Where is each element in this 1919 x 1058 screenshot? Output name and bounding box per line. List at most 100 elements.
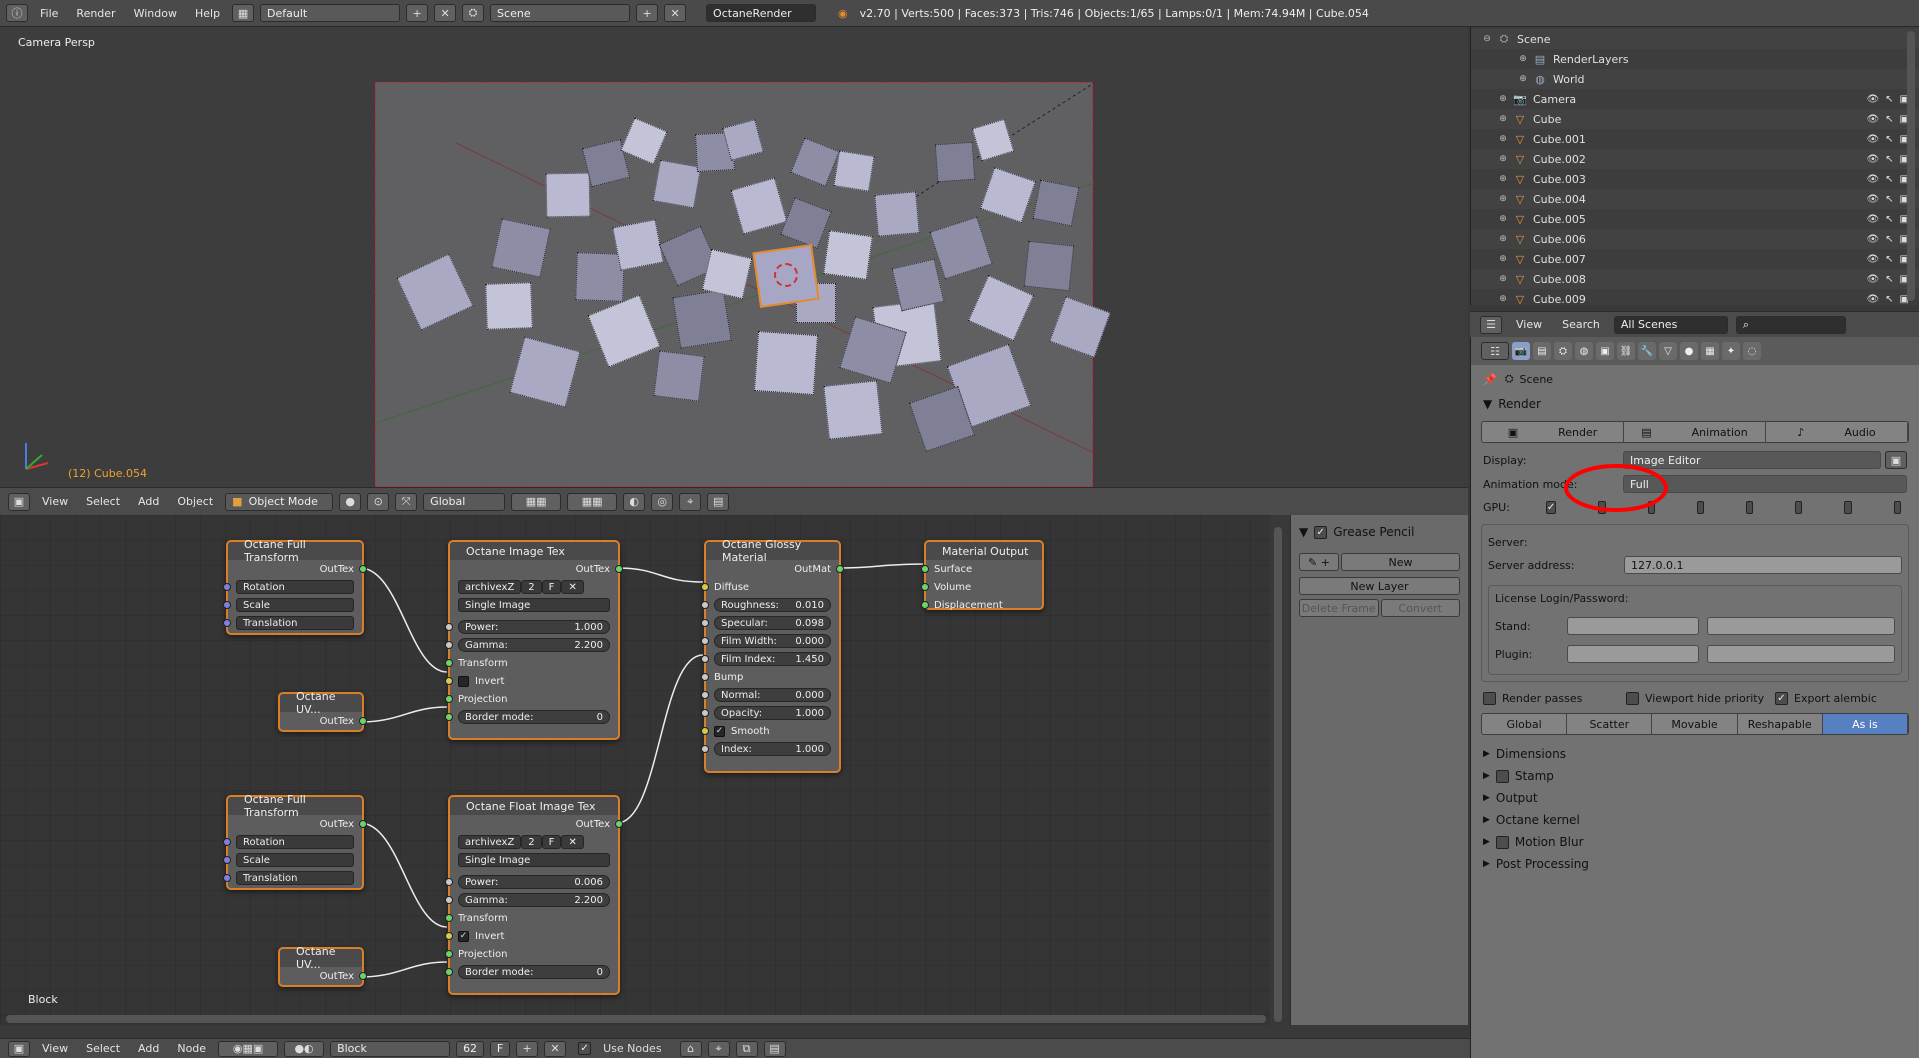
- editor-type-icon[interactable]: ▣: [8, 1040, 30, 1057]
- display-mode-select[interactable]: All Scenes: [1613, 315, 1728, 334]
- render-engine-select[interactable]: OctaneRender: [706, 4, 817, 22]
- outliner-row[interactable]: ⊕ ▤ RenderLayers: [1471, 49, 1919, 69]
- cube-mesh[interactable]: [653, 350, 705, 402]
- ne-menu-add[interactable]: Add: [132, 1042, 165, 1055]
- input-socket[interactable]: [701, 691, 709, 699]
- output-socket[interactable]: [359, 565, 367, 573]
- input-socket[interactable]: [223, 838, 231, 846]
- input-socket[interactable]: [445, 932, 453, 940]
- plugin-login-input[interactable]: [1567, 645, 1699, 663]
- expand-icon[interactable]: ⊕: [1517, 53, 1529, 65]
- source-select[interactable]: Single Image: [458, 598, 610, 612]
- use-nodes-checkbox[interactable]: ✓: [578, 1042, 592, 1055]
- editor-type-icon[interactable]: ☰: [1480, 315, 1502, 334]
- outliner[interactable]: ⊖ ⛭ Scene ⊕ ▤ RenderLayers ⊕ ◍ World ⊕ 📷 Camera 👁 ↖ ▣ ⊕…: [1470, 27, 1919, 306]
- object-mode-select[interactable]: ■ Object Mode: [225, 492, 334, 511]
- scene-tab-icon[interactable]: ⛭: [1554, 342, 1572, 360]
- vp-menu-object[interactable]: Object: [171, 495, 219, 508]
- input-socket[interactable]: [223, 601, 231, 609]
- cursor-icon[interactable]: ↖: [1885, 154, 1893, 165]
- cube-mesh[interactable]: [753, 330, 819, 396]
- grease-pencil-checkbox[interactable]: ✓: [1314, 525, 1328, 539]
- eye-icon[interactable]: 👁: [1866, 94, 1879, 105]
- outliner-row[interactable]: ⊕ ▽ Cube.003 👁 ↖ ▣: [1471, 169, 1919, 189]
- expand-icon[interactable]: ⊕: [1497, 213, 1509, 225]
- cube-mesh[interactable]: [874, 191, 920, 237]
- editor-type-icon[interactable]: ▣: [8, 492, 30, 511]
- eye-icon[interactable]: 👁: [1866, 254, 1879, 265]
- panel-octane-kernel[interactable]: ▶ Octane kernel: [1471, 809, 1919, 831]
- scale-field[interactable]: Scale: [236, 853, 354, 867]
- manipulator-icon[interactable]: ⤧: [395, 492, 418, 511]
- node-full-transform-1[interactable]: Octane Full Transform OutTex Rotation Sc…: [223, 538, 367, 635]
- material-icon[interactable]: ●◐: [284, 1040, 325, 1057]
- render-tab-icon[interactable]: 📷: [1512, 342, 1530, 360]
- outliner-row[interactable]: ⊕ ▽ Cube.005 👁 ↖ ▣: [1471, 209, 1919, 229]
- ne-menu-select[interactable]: Select: [80, 1042, 126, 1055]
- cube-mesh[interactable]: [612, 219, 664, 271]
- server-address-input[interactable]: 127.0.0.1: [1624, 556, 1902, 574]
- constraints-tab-icon[interactable]: ⛓: [1617, 342, 1635, 360]
- close-icon[interactable]: ✕: [561, 580, 584, 594]
- border-mode-field[interactable]: Border mode: 0: [458, 710, 610, 724]
- outliner-row[interactable]: ⊕ 📷 Camera 👁 ↖ ▣: [1471, 89, 1919, 109]
- snap-icon[interactable]: ⌖: [707, 1040, 730, 1057]
- expand-icon[interactable]: ⊕: [1497, 153, 1509, 165]
- output-socket[interactable]: [615, 820, 623, 828]
- input-socket[interactable]: [445, 896, 453, 904]
- node-float-image-tex[interactable]: Octane Float Image Tex OutTex archivexZ 2…: [445, 795, 623, 995]
- output-socket[interactable]: [836, 565, 844, 573]
- gpu-checkbox-5[interactable]: [1746, 501, 1754, 514]
- outliner-menu-view[interactable]: View: [1510, 318, 1548, 331]
- layout-selector[interactable]: Default: [260, 4, 401, 22]
- cursor-icon[interactable]: ↖: [1885, 274, 1893, 285]
- input-socket[interactable]: [921, 583, 929, 591]
- cursor-icon[interactable]: ↖: [1885, 94, 1893, 105]
- rotation-field[interactable]: Rotation: [236, 580, 354, 594]
- vp-menu-select[interactable]: Select: [80, 495, 126, 508]
- convert-button[interactable]: Convert: [1380, 599, 1460, 617]
- cube-mesh[interactable]: [1032, 179, 1080, 227]
- expand-icon[interactable]: ⊕: [1497, 253, 1509, 265]
- output-socket[interactable]: [615, 565, 623, 573]
- expand-icon[interactable]: ⊕: [1497, 193, 1509, 205]
- layers-icon[interactable]: ▦▦: [511, 492, 562, 511]
- menu-help[interactable]: Help: [189, 7, 226, 20]
- texture-tab-icon[interactable]: ▦: [1701, 342, 1719, 360]
- specular-field[interactable]: Specular: 0.098: [714, 616, 831, 630]
- viewport-hide-checkbox[interactable]: [1626, 692, 1639, 705]
- fake-user-button[interactable]: F: [490, 1040, 511, 1057]
- eye-icon[interactable]: 👁: [1866, 114, 1879, 125]
- delete-frame-button[interactable]: Delete Frame: [1299, 599, 1379, 617]
- source-select[interactable]: Single Image: [458, 853, 610, 867]
- render-panel-header[interactable]: ▼ Render: [1471, 393, 1919, 415]
- outliner-row[interactable]: ⊕ ▽ Cube.007 👁 ↖ ▣: [1471, 249, 1919, 269]
- proportional-icon[interactable]: ◎: [651, 492, 674, 511]
- gpu-checkbox-1[interactable]: ✓: [1545, 501, 1557, 514]
- expand-icon[interactable]: ⊕: [1497, 113, 1509, 125]
- horizontal-scrollbar[interactable]: [6, 1015, 1266, 1023]
- cube-mesh[interactable]: [833, 150, 875, 192]
- layers2-icon[interactable]: ▦▦: [567, 492, 618, 511]
- cursor-icon[interactable]: ↖: [1885, 234, 1893, 245]
- input-socket[interactable]: [701, 619, 709, 627]
- backdrop-icon[interactable]: ⌂: [679, 1040, 702, 1057]
- export-mode-as-is[interactable]: As is: [1822, 714, 1908, 734]
- export-mode-scatter[interactable]: Scatter: [1567, 714, 1653, 734]
- panel-dimensions[interactable]: ▶ Dimensions: [1471, 743, 1919, 765]
- remove-layout-icon[interactable]: ✕: [434, 4, 457, 22]
- invert-checkbox[interactable]: [458, 675, 469, 687]
- physics-tab-icon[interactable]: ◌: [1743, 342, 1761, 360]
- ne-menu-node[interactable]: Node: [171, 1042, 212, 1055]
- translation-field[interactable]: Translation: [236, 871, 354, 885]
- pin-icon[interactable]: 📌: [1483, 373, 1497, 386]
- expand-icon[interactable]: ⊕: [1517, 73, 1529, 85]
- eye-icon[interactable]: 👁: [1866, 294, 1879, 305]
- plugin-password-input[interactable]: [1707, 645, 1895, 663]
- input-socket[interactable]: [701, 637, 709, 645]
- translation-field[interactable]: Translation: [236, 616, 354, 630]
- cube-mesh[interactable]: [823, 380, 883, 440]
- export-mode-movable[interactable]: Movable: [1652, 714, 1738, 734]
- vertical-scrollbar[interactable]: [1274, 527, 1282, 1022]
- material-name-field[interactable]: Block: [330, 1040, 451, 1057]
